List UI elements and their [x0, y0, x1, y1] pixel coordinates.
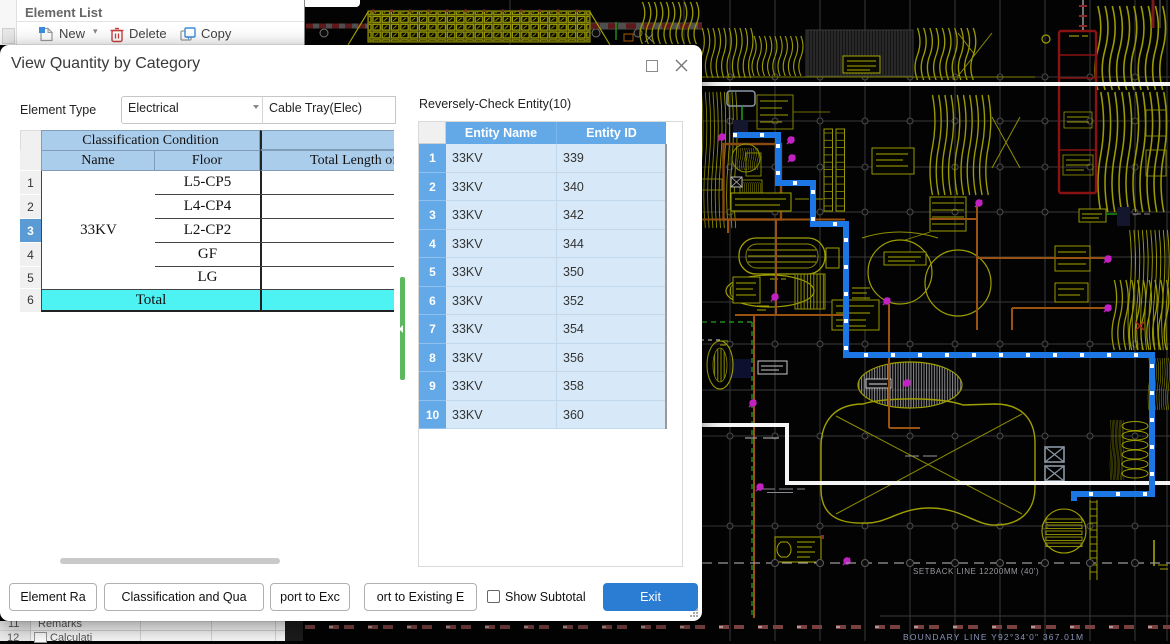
svg-text:SETBACK LINE 12200MM (40'): SETBACK LINE 12200MM (40') — [913, 567, 1039, 576]
svg-text:BOUNDARY LINE Y92°34'0" 3: BOUNDARY LINE Y92°34'0" 367.01M — [903, 632, 1084, 641]
